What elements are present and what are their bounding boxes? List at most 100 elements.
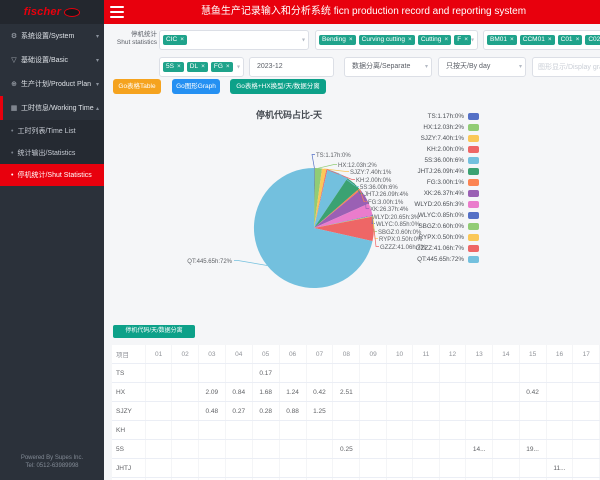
logo-text: fischer bbox=[24, 6, 61, 18]
table-cell bbox=[439, 421, 465, 440]
filter-tag[interactable]: Bending× bbox=[319, 35, 356, 46]
code-select[interactable]: 5S×DL×FG×▾ bbox=[159, 57, 244, 77]
tag-close-icon[interactable]: × bbox=[180, 37, 184, 44]
legend-label: SJZY:7.40h:1% bbox=[421, 135, 464, 142]
column-header: 02 bbox=[172, 345, 198, 364]
column-header: 06 bbox=[279, 345, 306, 364]
table-cell bbox=[333, 364, 360, 383]
legend-item[interactable]: FG:3.00h:1% bbox=[362, 177, 479, 188]
go-combo-button[interactable]: Go表格+HX换型/天/数据分离 bbox=[230, 79, 326, 94]
tag-close-icon[interactable]: × bbox=[226, 64, 230, 71]
column-header: 12 bbox=[439, 345, 465, 364]
filter-tag[interactable]: C02× bbox=[585, 35, 600, 46]
table-cell bbox=[546, 440, 573, 459]
column-header: 03 bbox=[198, 345, 225, 364]
machine-select[interactable]: BM01×CCM01×C01×C02× bbox=[483, 30, 600, 50]
filter-tag-label: F bbox=[457, 37, 461, 44]
legend-item[interactable]: RYPX:0.50h:0% bbox=[362, 232, 479, 243]
sidebar-item-time-list[interactable]: • 工时列表/Time List bbox=[0, 120, 104, 142]
filter-tag-label: 5S bbox=[166, 64, 174, 71]
table-cell bbox=[279, 459, 306, 478]
legend-label: GZZZ:41.06h:7% bbox=[416, 245, 464, 252]
legend-item[interactable]: WLYC:0.85h:0% bbox=[362, 210, 479, 221]
tag-close-icon[interactable]: × bbox=[444, 37, 448, 44]
filter-tag[interactable]: CIC× bbox=[163, 35, 187, 46]
table-cell: 0.84 bbox=[225, 383, 252, 402]
legend-item[interactable]: WLYD:20.65h:3% bbox=[362, 199, 479, 210]
table-cell bbox=[252, 459, 279, 478]
table-cell bbox=[360, 364, 386, 383]
filter-tag[interactable]: Cutting× bbox=[418, 35, 451, 46]
legend-item[interactable]: HX:12.03h:2% bbox=[362, 122, 479, 133]
tag-close-icon[interactable]: × bbox=[408, 37, 412, 44]
legend-swatch-icon bbox=[468, 245, 479, 252]
tag-close-icon[interactable]: × bbox=[510, 37, 514, 44]
filter-tag[interactable]: Curving cutting× bbox=[359, 35, 415, 46]
shut-code-select[interactable]: CIC× ▾ bbox=[159, 30, 309, 50]
filter-tag-label: BM01 bbox=[490, 37, 507, 44]
byday-select[interactable]: 只按天/By day ▾ bbox=[438, 57, 526, 77]
byday-value: 只按天/By day bbox=[446, 63, 490, 70]
tag-close-icon[interactable]: × bbox=[464, 37, 468, 44]
table-cell bbox=[172, 402, 198, 421]
filter-tag[interactable]: 5S× bbox=[163, 62, 184, 73]
chevron-down-icon: ▾ bbox=[302, 37, 305, 44]
table-cell: 0.88 bbox=[279, 402, 306, 421]
table-cell bbox=[573, 440, 600, 459]
legend-item[interactable]: 5S:36.00h:6% bbox=[362, 155, 479, 166]
legend-item[interactable]: KH:2.00h:0% bbox=[362, 144, 479, 155]
calendar-icon: ▦ bbox=[9, 104, 19, 112]
tag-close-icon[interactable]: × bbox=[576, 37, 580, 44]
filter-tag[interactable]: C01× bbox=[558, 35, 583, 46]
filter-tag[interactable]: BM01× bbox=[487, 35, 517, 46]
table-cell bbox=[306, 364, 333, 383]
legend-item[interactable]: TS:1.17h:0% bbox=[362, 111, 479, 122]
table-cell bbox=[306, 440, 333, 459]
process-select[interactable]: Bending×Curving cutting×Cutting×F×▾ bbox=[315, 30, 478, 50]
legend-item[interactable]: SBGZ:0.60h:0% bbox=[362, 221, 479, 232]
table-cell bbox=[466, 364, 493, 383]
main-content: 停机统计 Shut statistics CIC×▾ Bending×Curvi… bbox=[104, 24, 600, 480]
separate-select[interactable]: 数据分离/Separate ▾ bbox=[344, 57, 432, 77]
legend-label: TS:1.17h:0% bbox=[428, 113, 464, 120]
filter-tag[interactable]: CCM01× bbox=[520, 35, 555, 46]
filter-tag[interactable]: FG× bbox=[211, 62, 233, 73]
legend-item[interactable]: XK:26.37h:4% bbox=[362, 188, 479, 199]
sidebar-item-working-time[interactable]: ▦ 工时信息/Working Time ▴ bbox=[0, 96, 104, 120]
chevron-down-icon: ▾ bbox=[96, 57, 99, 64]
gear-icon: ⚙ bbox=[9, 32, 19, 40]
legend-item[interactable]: QT:445.65h:72% bbox=[362, 254, 479, 265]
table-cell bbox=[493, 440, 519, 459]
tag-close-icon[interactable]: × bbox=[201, 64, 205, 71]
filter-tag[interactable]: DL× bbox=[187, 62, 208, 73]
sidebar-item-shut-statistics[interactable]: • 停机统计/Shut Statistics bbox=[0, 164, 104, 186]
app-window: fischer 慧鱼生产记录输入和分析系统 ficn production re… bbox=[0, 0, 600, 480]
sidebar-item-product-plan[interactable]: ⊕ 生产计划/Product Plan ▾ bbox=[0, 72, 104, 96]
fischer-fish-icon bbox=[64, 8, 80, 17]
hamburger-icon[interactable] bbox=[110, 6, 124, 18]
section-button[interactable]: 停机代码/天/数据分离 bbox=[113, 325, 195, 338]
tag-close-icon[interactable]: × bbox=[548, 37, 552, 44]
month-picker[interactable]: 2023-12 bbox=[249, 57, 334, 77]
sidebar-item-basic[interactable]: ▽ 基础设置/Basic ▾ bbox=[0, 48, 104, 72]
legend-label: XK:26.37h:4% bbox=[424, 190, 464, 197]
legend-label: WLYD:20.65h:3% bbox=[414, 201, 464, 208]
tag-close-icon[interactable]: × bbox=[177, 64, 181, 71]
tag-close-icon[interactable]: × bbox=[349, 37, 353, 44]
filter-tag[interactable]: F× bbox=[454, 35, 471, 46]
legend-item[interactable]: JHTJ:26.09h:4% bbox=[362, 166, 479, 177]
legend-item[interactable]: GZZZ:41.06h:7% bbox=[362, 243, 479, 254]
table-cell bbox=[519, 459, 546, 478]
table-cell: 0.25 bbox=[333, 440, 360, 459]
legend-item[interactable]: SJZY:7.40h:1% bbox=[362, 133, 479, 144]
table-cell bbox=[145, 364, 171, 383]
go-graph-button[interactable]: Go图形Graph bbox=[172, 79, 220, 94]
legend-label: FG:3.00h:1% bbox=[427, 179, 464, 186]
display-graph-input[interactable] bbox=[532, 57, 600, 77]
table-container[interactable]: 项目0102030405060708091011121314151617 TS0… bbox=[112, 345, 600, 480]
sidebar-item-statistics[interactable]: • 统计输出/Statistics bbox=[0, 142, 104, 164]
sidebar-item-system[interactable]: ⚙ 系统设置/System ▾ bbox=[0, 24, 104, 48]
legend-label: RYPX:0.50h:0% bbox=[419, 234, 464, 241]
go-table-button[interactable]: Go表格Table bbox=[113, 79, 161, 94]
table-cell bbox=[493, 383, 519, 402]
